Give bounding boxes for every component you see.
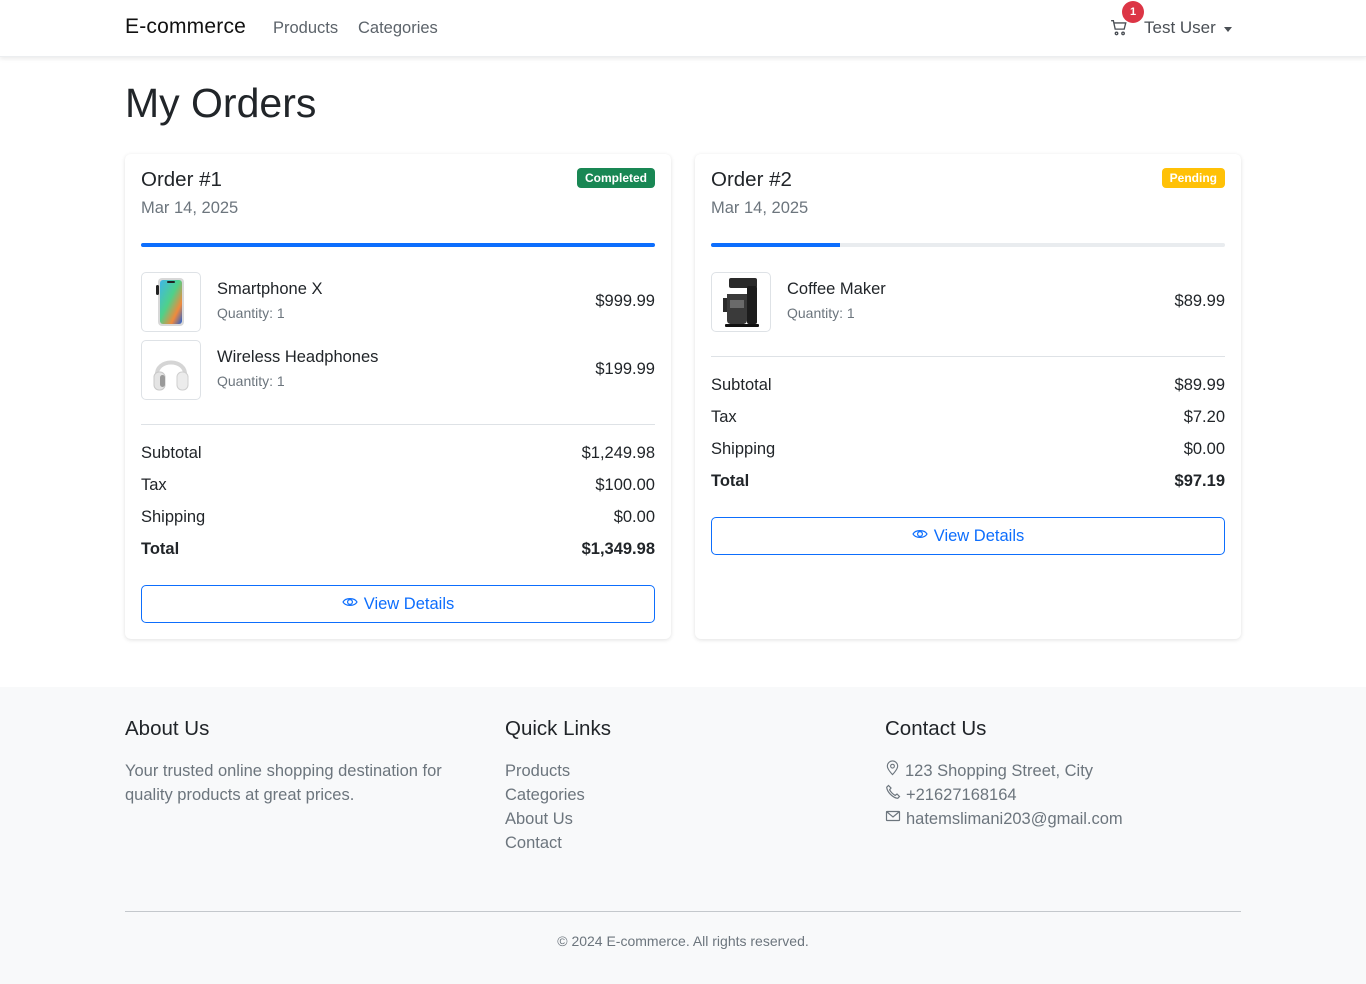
envelope-icon bbox=[885, 807, 901, 831]
footer-about: About Us Your trusted online shopping de… bbox=[125, 717, 475, 807]
item-name: Smartphone X bbox=[217, 280, 323, 298]
copyright-text: © 2024 E-commerce. All rights reserved. bbox=[557, 933, 809, 949]
user-menu-dropdown[interactable]: Test User bbox=[1144, 18, 1232, 38]
shipping-label: Shipping bbox=[711, 440, 776, 458]
tax-value: $7.20 bbox=[1183, 408, 1225, 426]
subtotal-row: Subtotal $89.99 bbox=[711, 376, 1225, 395]
total-label: Total bbox=[711, 472, 750, 490]
contact-phone: +21627168164 bbox=[885, 783, 1123, 807]
tax-value: $100.00 bbox=[595, 476, 655, 494]
footer-link-contact[interactable]: Contact bbox=[505, 831, 611, 855]
view-details-button[interactable]: View Details bbox=[711, 517, 1225, 555]
contact-email: hatemslimani203@gmail.com bbox=[885, 807, 1123, 831]
divider bbox=[711, 356, 1225, 357]
footer-contact-title: Contact Us bbox=[885, 717, 987, 740]
eye-icon bbox=[912, 526, 928, 547]
item-quantity: Quantity: 1 bbox=[217, 305, 285, 321]
order-progress-fill bbox=[141, 243, 655, 247]
contact-address: 123 Shopping Street, City bbox=[885, 759, 1123, 783]
footer-quick-links: Quick Links Products Categories About Us… bbox=[505, 717, 611, 855]
caret-down-icon bbox=[1223, 26, 1232, 32]
view-details-button[interactable]: View Details bbox=[141, 585, 655, 623]
total-label: Total bbox=[141, 540, 180, 558]
total-row: Total $97.19 bbox=[711, 472, 1225, 491]
order-date: Mar 14, 2025 bbox=[711, 199, 809, 217]
item-quantity: Quantity: 1 bbox=[787, 305, 855, 321]
footer-link-categories[interactable]: Categories bbox=[505, 783, 611, 807]
order-date: Mar 14, 2025 bbox=[141, 199, 239, 217]
cart-icon[interactable] bbox=[1110, 19, 1130, 39]
nav-link-products[interactable]: Products bbox=[273, 19, 338, 38]
total-value: $97.19 bbox=[1174, 472, 1225, 490]
smartphone-image bbox=[141, 272, 201, 332]
shipping-row: Shipping $0.00 bbox=[711, 440, 1225, 459]
footer-divider bbox=[125, 911, 1241, 912]
order-item: Smartphone X Quantity: 1 $999.99 bbox=[141, 272, 655, 332]
subtotal-value: $89.99 bbox=[1174, 376, 1225, 394]
tax-row: Tax $100.00 bbox=[141, 476, 655, 495]
status-badge: Pending bbox=[1161, 168, 1225, 188]
item-name: Coffee Maker bbox=[787, 280, 886, 298]
order-item: Coffee Maker Quantity: 1 $89.99 bbox=[711, 272, 1225, 332]
order-progress-bar bbox=[711, 243, 1225, 247]
tax-row: Tax $7.20 bbox=[711, 408, 1225, 427]
order-card: Order #1 Mar 14, 2025 Completed Smartpho… bbox=[125, 154, 671, 639]
footer-link-about[interactable]: About Us bbox=[505, 807, 611, 831]
view-details-label: View Details bbox=[933, 526, 1025, 545]
shipping-label: Shipping bbox=[141, 508, 206, 526]
order-progress-fill bbox=[711, 243, 840, 247]
brand-logo[interactable]: E-commerce bbox=[125, 15, 246, 39]
tax-label: Tax bbox=[141, 476, 167, 494]
contact-address-text: 123 Shopping Street, City bbox=[905, 762, 1094, 780]
order-card: Order #2 Mar 14, 2025 Pending Coffee Mak… bbox=[695, 154, 1241, 639]
nav-link-categories[interactable]: Categories bbox=[358, 19, 438, 38]
order-title: Order #1 bbox=[141, 168, 222, 191]
user-name: Test User bbox=[1144, 18, 1216, 37]
phone-icon bbox=[885, 783, 901, 807]
subtotal-value: $1,249.98 bbox=[581, 444, 655, 462]
item-price: $89.99 bbox=[1174, 292, 1225, 310]
eye-icon bbox=[342, 594, 358, 615]
cart-count-badge: 1 bbox=[1122, 1, 1144, 23]
footer-links-title: Quick Links bbox=[505, 717, 611, 740]
view-details-label: View Details bbox=[363, 594, 455, 613]
item-name: Wireless Headphones bbox=[217, 348, 379, 366]
shipping-row: Shipping $0.00 bbox=[141, 508, 655, 527]
footer-about-title: About Us bbox=[125, 717, 210, 740]
page-title: My Orders bbox=[125, 80, 317, 126]
footer: About Us Your trusted online shopping de… bbox=[0, 687, 1366, 984]
status-badge: Completed bbox=[576, 168, 655, 188]
shipping-value: $0.00 bbox=[613, 508, 655, 526]
headphones-image bbox=[141, 340, 201, 400]
contact-email-text: hatemslimani203@gmail.com bbox=[906, 810, 1123, 828]
divider bbox=[141, 424, 655, 425]
shipping-value: $0.00 bbox=[1183, 440, 1225, 458]
subtotal-label: Subtotal bbox=[141, 444, 202, 462]
subtotal-row: Subtotal $1,249.98 bbox=[141, 444, 655, 463]
order-item: Wireless Headphones Quantity: 1 $199.99 bbox=[141, 340, 655, 400]
contact-phone-text: +21627168164 bbox=[906, 786, 1017, 804]
footer-link-products[interactable]: Products bbox=[505, 759, 611, 783]
order-title: Order #2 bbox=[711, 168, 792, 191]
footer-about-text: Your trusted online shopping destination… bbox=[125, 762, 442, 804]
total-row: Total $1,349.98 bbox=[141, 540, 655, 559]
tax-label: Tax bbox=[711, 408, 737, 426]
total-value: $1,349.98 bbox=[581, 540, 655, 558]
footer-contact: Contact Us 123 Shopping Street, City +21… bbox=[885, 717, 1123, 831]
coffee-maker-image bbox=[711, 272, 771, 332]
navbar: E-commerce Products Categories 1 Test Us… bbox=[0, 0, 1366, 57]
item-price: $999.99 bbox=[595, 292, 655, 310]
map-pin-icon bbox=[885, 759, 900, 783]
item-quantity: Quantity: 1 bbox=[217, 373, 285, 389]
item-price: $199.99 bbox=[595, 360, 655, 378]
subtotal-label: Subtotal bbox=[711, 376, 772, 394]
order-progress-bar bbox=[141, 243, 655, 247]
